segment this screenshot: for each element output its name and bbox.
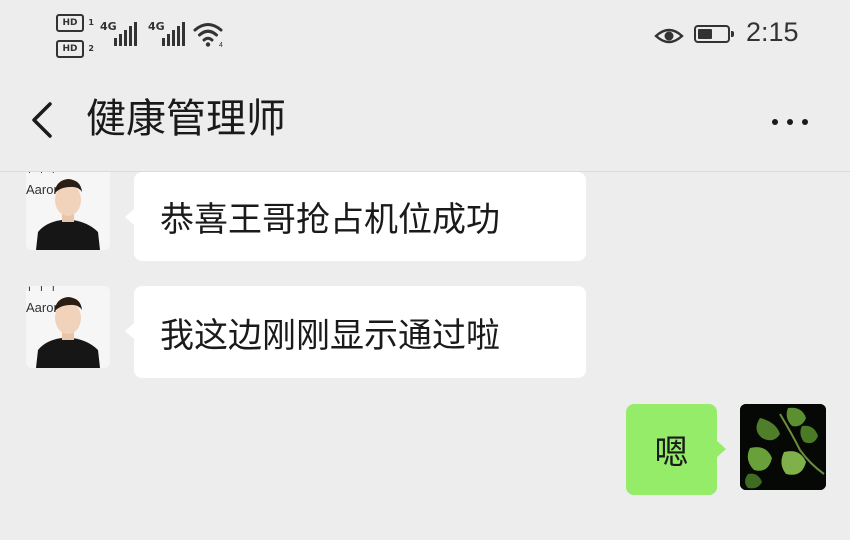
message-text: 我这边刚刚显示通过啦 [160,315,500,356]
sim-number: 1 [88,18,94,27]
signal-icon: 4G [148,20,188,48]
person-photo [36,179,100,250]
chevron-left-icon [32,102,52,138]
wifi-icon: 4 [193,23,223,48]
message-text: 恭喜王哥抢占机位成功 [160,200,500,240]
battery-icon [694,25,734,43]
incoming-message-bubble[interactable]: 我这边刚刚显示通过啦 [125,286,586,378]
status-time: 2:15 [746,17,799,47]
hd-icon: HD 2 [56,40,94,58]
more-button[interactable] [762,102,818,138]
sim-number: 2 [88,44,94,53]
network-type: 4G [148,20,165,33]
chat-header: 健康管理师 [0,70,850,172]
eye-icon [654,28,684,44]
plant-photo [740,404,826,490]
outgoing-message-bubble[interactable]: 嗯 [626,404,726,495]
more-horizontal-icon [772,119,778,125]
contact-avatar[interactable]: ı ı ı Aaron [26,172,110,250]
contact-avatar[interactable]: ı ı ı Aaron [26,286,110,368]
message-list[interactable]: ı ı ı Aaron 恭喜王哥抢占机位成功 ı ı ı Aaron [0,172,850,540]
svg-text:4: 4 [219,42,223,48]
status-bar: HD 1 HD 2 4G 4G 4 2:15 [0,0,850,70]
hd-icon: HD 1 [56,14,94,32]
chat-screen: HD 1 HD 2 4G 4G 4 2:15 健康管理师 Aaron 恭喜王哥抢… [0,0,850,540]
signal-icon: 4G [100,20,140,48]
chat-title: 健康管理师 [86,96,286,142]
my-avatar[interactable] [740,404,826,490]
hd-label: HD [62,18,78,28]
hd-label: HD [62,44,78,54]
network-type: 4G [100,20,117,33]
incoming-message-bubble[interactable]: 恭喜王哥抢占机位成功 [125,172,586,261]
message-text: 嗯 [654,433,689,473]
person-photo [36,297,100,368]
back-button[interactable] [20,96,64,144]
